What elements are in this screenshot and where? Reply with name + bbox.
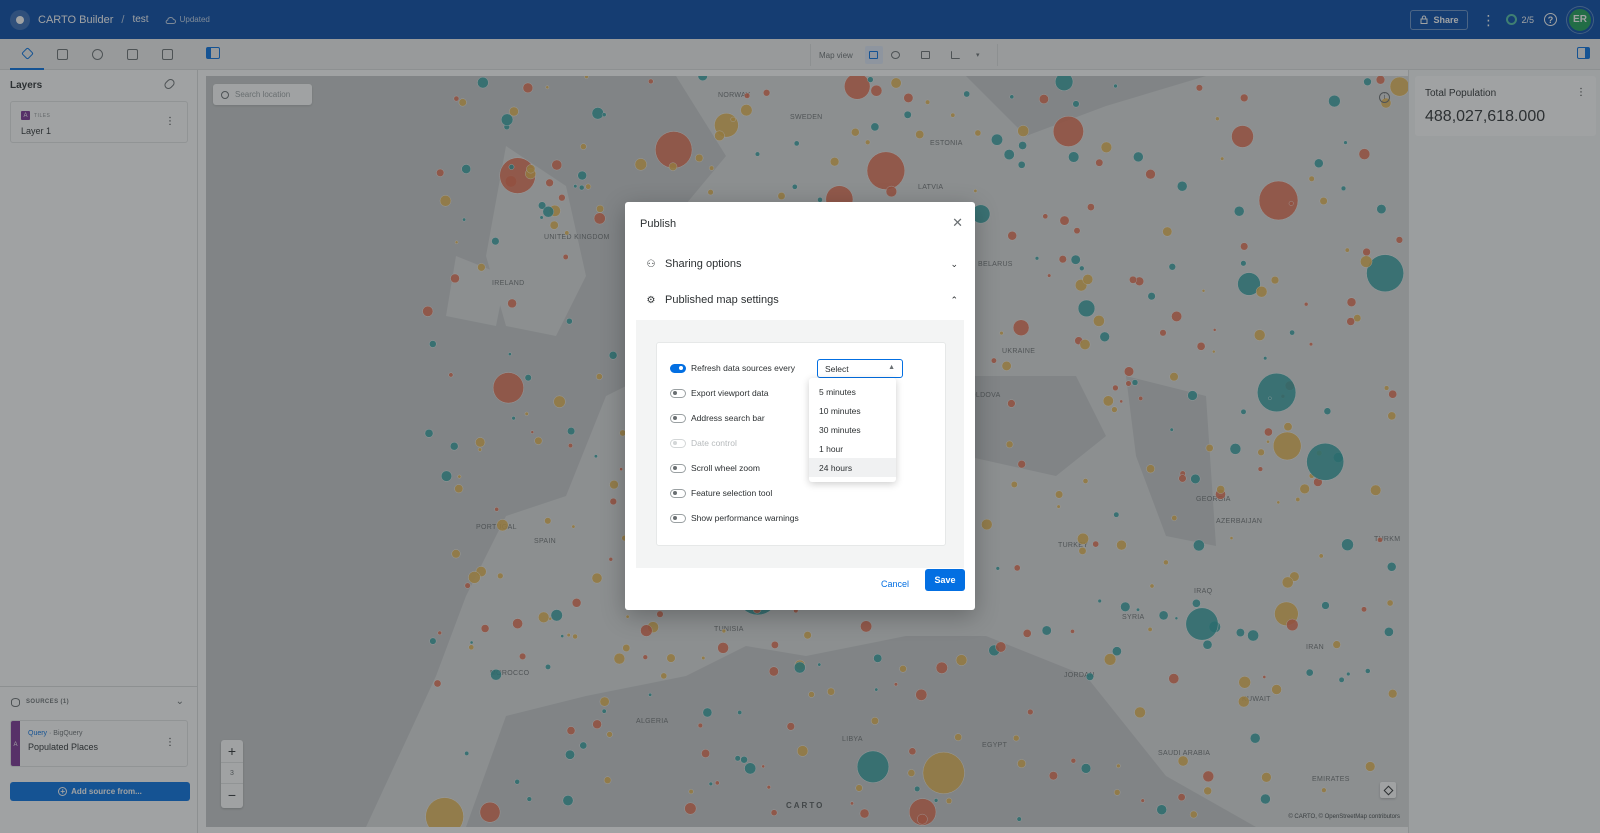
publish-dialog: Publish ✕ ⚇ Sharing options ⌄ ⚙ Publishe…: [625, 202, 975, 610]
option-label: Address search bar: [691, 413, 765, 423]
close-icon[interactable]: ✕: [952, 216, 963, 229]
option-label: Export viewport data: [691, 388, 769, 398]
refresh-interval-menu: 5 minutes 10 minutes 30 minutes 1 hour 2…: [809, 378, 896, 482]
save-button[interactable]: Save: [925, 569, 965, 591]
option-feature-selection[interactable]: Feature selection tool: [670, 486, 772, 500]
option-performance-warnings[interactable]: Show performance warnings: [670, 511, 799, 525]
toggle-feature-selection[interactable]: [670, 488, 686, 498]
option-label: Scroll wheel zoom: [691, 463, 760, 473]
option-scroll-zoom[interactable]: Scroll wheel zoom: [670, 461, 760, 475]
toggle-refresh[interactable]: [670, 363, 686, 373]
sharing-options-label: Sharing options: [665, 258, 742, 270]
carto-builder-app: CARTO Builder / test Updated Share ⋮ 2/5…: [0, 0, 1600, 833]
option-label: Refresh data sources every: [691, 363, 795, 373]
option-label: Feature selection tool: [691, 488, 773, 498]
gear-icon: ⚙: [646, 294, 656, 306]
toggle-export-viewport[interactable]: [670, 388, 686, 398]
dropdown-option[interactable]: 1 hour: [809, 439, 896, 458]
dropdown-option[interactable]: 5 minutes: [809, 382, 896, 401]
dropdown-option[interactable]: 24 hours: [809, 458, 896, 477]
option-refresh[interactable]: Refresh data sources every: [670, 361, 795, 375]
toggle-address-search[interactable]: [670, 413, 686, 423]
dropdown-option[interactable]: 10 minutes: [809, 401, 896, 420]
option-label: Show performance warnings: [691, 513, 799, 523]
toggle-performance-warnings[interactable]: [670, 513, 686, 523]
chevron-down-icon: ⌄: [950, 258, 958, 269]
published-settings-accordion[interactable]: ⚙ Published map settings ⌃: [625, 282, 975, 318]
published-settings-label: Published map settings: [665, 294, 779, 306]
caret-up-icon: ▲: [888, 364, 895, 371]
select-value: Select: [825, 363, 849, 374]
refresh-interval-select[interactable]: Select ▲: [817, 359, 903, 378]
dialog-title: Publish: [640, 218, 677, 230]
chevron-up-icon: ⌃: [950, 294, 958, 305]
option-export-viewport[interactable]: Export viewport data: [670, 386, 768, 400]
dropdown-option[interactable]: 30 minutes: [809, 420, 896, 439]
option-date-control: Date control: [670, 436, 737, 450]
toggle-date-control: [670, 438, 686, 448]
people-icon: ⚇: [646, 258, 656, 270]
settings-area: Refresh data sources every Export viewpo…: [636, 320, 964, 568]
toggle-scroll-zoom[interactable]: [670, 463, 686, 473]
option-label: Date control: [691, 438, 737, 448]
settings-card: Refresh data sources every Export viewpo…: [656, 342, 946, 546]
sharing-options-accordion[interactable]: ⚇ Sharing options ⌄: [625, 246, 975, 282]
option-address-search[interactable]: Address search bar: [670, 411, 765, 425]
cancel-button[interactable]: Cancel: [881, 579, 909, 589]
